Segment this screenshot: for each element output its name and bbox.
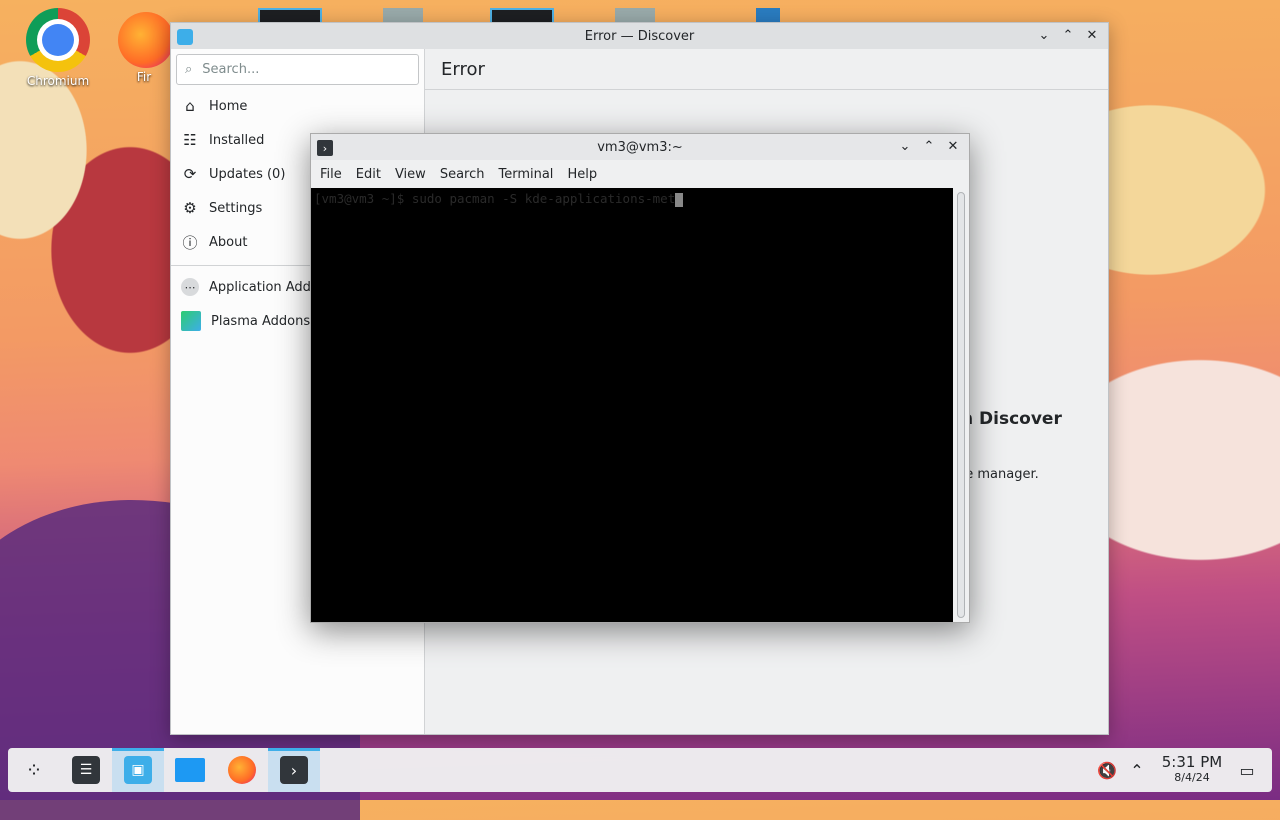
updates-icon: ⟳ [183, 165, 197, 183]
settings-panel-icon: ☰ [72, 756, 100, 784]
maximize-icon[interactable]: ⌃ [1060, 27, 1076, 43]
clock-time: 5:31 PM [1161, 753, 1223, 771]
konsole-menubar: File Edit View Search Terminal Help [311, 160, 969, 188]
taskbar: ⁘ ☰ ▣ › 🔇 ⌃ 5:31 PM 8/4/24 ▭ [8, 748, 1272, 792]
terminal-app-icon: › [317, 140, 333, 156]
clock-date: 8/4/24 [1174, 771, 1210, 784]
tray-expand-icon[interactable]: ⌃ [1122, 761, 1152, 780]
volume-muted-icon[interactable]: 🔇 [1092, 761, 1122, 780]
sidebar-item-label: Home [209, 98, 248, 114]
sidebar-item-label: Settings [209, 200, 263, 216]
konsole-window: › vm3@vm3:~ ⌄ ⌃ ✕ File Edit View Search … [310, 133, 970, 623]
search-box[interactable]: ⌕ [176, 54, 419, 85]
window-title: Error — Discover [584, 28, 695, 44]
search-input[interactable] [200, 61, 405, 78]
settings-icon: ⚙ [183, 199, 197, 217]
installed-icon: ☷ [183, 131, 197, 149]
error-title: n Discover [961, 409, 1062, 429]
scrollbar-thumb[interactable] [957, 192, 965, 618]
info-icon: ⓘ [182, 233, 198, 252]
system-tray: 🔇 ⌃ 5:31 PM 8/4/24 ▭ [1092, 748, 1272, 792]
sidebar-item-label: Plasma Addons [211, 313, 311, 329]
maximize-icon[interactable]: ⌃ [921, 138, 937, 154]
folder-icon [175, 758, 205, 782]
taskbar-konsole[interactable]: › [268, 748, 320, 792]
close-icon[interactable]: ✕ [945, 138, 961, 154]
taskbar-file-manager[interactable] [164, 748, 216, 792]
digital-clock[interactable]: 5:31 PM 8/4/24 [1152, 754, 1232, 786]
taskbar-app-launcher[interactable]: ⁘ [8, 748, 60, 792]
minimize-icon[interactable]: ⌄ [1036, 27, 1052, 43]
page-title: Error [425, 49, 1108, 90]
terminal-scrollbar[interactable] [953, 188, 969, 622]
desktop-icon-label: Chromium [26, 74, 90, 88]
show-desktop-icon[interactable]: ▭ [1232, 761, 1262, 780]
taskbar-discover[interactable]: ▣ [112, 748, 164, 792]
minimize-icon[interactable]: ⌄ [897, 138, 913, 154]
sidebar-item-label: Updates (0) [209, 166, 286, 182]
search-icon: ⌕ [185, 62, 193, 77]
discover-icon: ▣ [124, 756, 152, 784]
menu-file[interactable]: File [313, 167, 349, 182]
menu-search[interactable]: Search [433, 167, 492, 182]
terminal-command-line: [vm3@vm3 ~]$ sudo pacman -S kde-applicat… [314, 191, 676, 206]
sidebar-item-label: Installed [209, 132, 265, 148]
more-dots-icon: ⋯ [181, 278, 199, 296]
firefox-icon [228, 756, 256, 784]
discover-titlebar[interactable]: Error — Discover ⌄ ⌃ ✕ [171, 23, 1108, 49]
desktop-top-thumbnails [0, 8, 1280, 24]
sidebar-item-home[interactable]: ⌂ Home [171, 89, 424, 123]
discover-app-icon [177, 29, 193, 45]
plasma-icon [181, 311, 201, 331]
home-icon: ⌂ [185, 97, 195, 115]
close-icon[interactable]: ✕ [1084, 27, 1100, 43]
konsole-titlebar[interactable]: › vm3@vm3:~ ⌄ ⌃ ✕ [311, 134, 969, 160]
launcher-icon: ⁘ [25, 758, 43, 782]
window-title: vm3@vm3:~ [597, 139, 683, 155]
taskbar-system-settings[interactable]: ☰ [60, 748, 112, 792]
menu-terminal[interactable]: Terminal [491, 167, 560, 182]
taskbar-firefox[interactable] [216, 748, 268, 792]
terminal-icon: › [280, 756, 308, 784]
menu-help[interactable]: Help [560, 167, 604, 182]
menu-view[interactable]: View [388, 167, 433, 182]
terminal-cursor [675, 192, 684, 207]
menu-edit[interactable]: Edit [349, 167, 388, 182]
desktop-icon-label: Fir [136, 70, 152, 84]
terminal-area[interactable]: [vm3@vm3 ~]$ sudo pacman -S kde-applicat… [311, 188, 953, 622]
sidebar-item-label: About [209, 234, 248, 250]
